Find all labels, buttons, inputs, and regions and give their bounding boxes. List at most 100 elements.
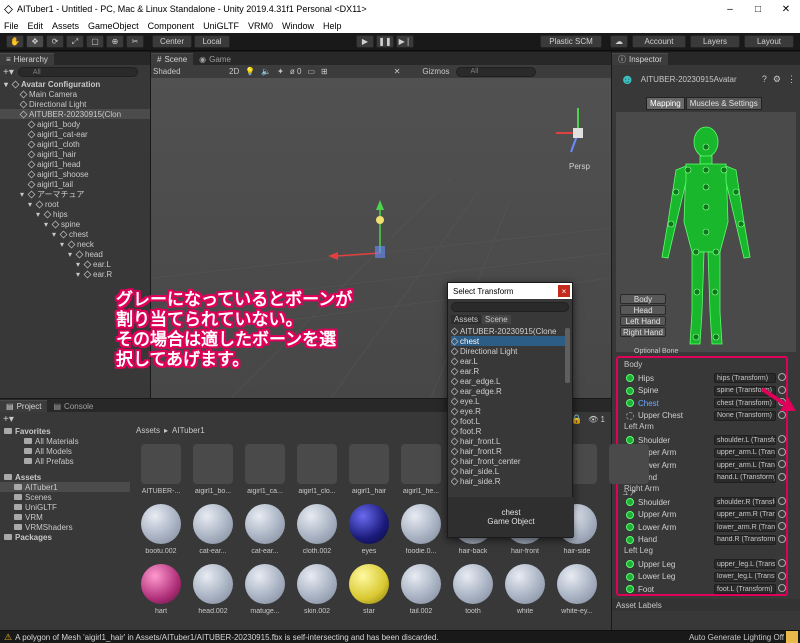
layout-dropdown[interactable]: Layout <box>744 35 794 48</box>
audio-icon[interactable]: 🔈 <box>261 67 271 76</box>
asset-item[interactable]: star <box>344 564 394 622</box>
object-picker-icon[interactable] <box>778 472 786 481</box>
shading-dropdown[interactable]: Shaded <box>153 67 223 76</box>
hierarchy-row[interactable]: ▾ head <box>68 249 103 259</box>
layers-dropdown[interactable]: Layers <box>690 35 740 48</box>
bone-transform-field[interactable]: shoulder.L (Transform) <box>714 435 776 445</box>
asset-item[interactable]: matuge... <box>240 564 290 622</box>
pivot-local-button[interactable]: Local <box>194 35 230 48</box>
object-picker-icon[interactable] <box>778 497 786 505</box>
bone-transform-field[interactable]: lower_arm.R (Transform) <box>714 522 776 532</box>
hierarchy-row[interactable]: ▾ spine <box>44 219 80 229</box>
transform-list-item[interactable]: Directional Light <box>451 346 566 356</box>
hierarchy-row[interactable]: ▾ root <box>28 199 59 209</box>
project-folder[interactable]: VRMShaders <box>14 522 73 532</box>
project-folder[interactable]: VRM <box>14 512 43 522</box>
hidden-icon[interactable]: ø 0 <box>290 67 302 76</box>
menu-item-edit[interactable]: Edit <box>28 21 44 31</box>
transform-tool-icon[interactable]: ⊕ <box>106 35 124 48</box>
persp-label[interactable]: Persp <box>569 162 590 171</box>
menu-item-window[interactable]: Window <box>282 21 314 31</box>
transform-list-item[interactable]: hair_side.R <box>451 476 566 486</box>
transform-list-item[interactable]: chest <box>451 336 566 346</box>
hierarchy-row[interactable]: aigirl1_hair <box>20 149 76 159</box>
play-button[interactable]: ▶ <box>356 35 374 48</box>
help-icon[interactable]: ? <box>762 74 767 84</box>
object-picker-icon[interactable] <box>778 509 786 518</box>
asset-item[interactable]: aigirl1_ca... <box>240 444 290 502</box>
hierarchy-row[interactable]: ▾ ear.R <box>76 269 112 279</box>
settings-icon[interactable]: ⚙ <box>773 74 781 85</box>
asset-item[interactable]: AITUBER-... <box>136 444 186 502</box>
tab-game[interactable]: ◉ Game <box>193 53 237 65</box>
scale-tool-icon[interactable]: ⤢ <box>66 35 84 48</box>
asset-item[interactable]: cat-ear... <box>188 504 238 562</box>
transform-list-item[interactable]: hair_front.R <box>451 446 566 456</box>
tab-console[interactable]: ▤ Console <box>47 400 100 412</box>
add-icon[interactable]: +▾ <box>3 67 14 78</box>
transform-list-item[interactable]: hair_front.L <box>451 436 566 446</box>
asset-item[interactable]: cat-ear... <box>240 504 290 562</box>
object-picker-icon[interactable] <box>778 460 786 468</box>
favorite-item[interactable]: All Prefabs <box>24 456 74 466</box>
hierarchy-search-input[interactable]: All <box>17 67 138 77</box>
asset-item[interactable]: bootu.002 <box>136 504 186 562</box>
breadcrumb-current[interactable]: AITuber1 <box>172 426 205 435</box>
hierarchy-row[interactable]: aigirl1_cloth <box>20 139 80 149</box>
asset-item[interactable]: skin.002 <box>292 564 342 622</box>
object-picker-icon[interactable] <box>778 534 786 543</box>
close-icon[interactable]: × <box>558 285 570 297</box>
hierarchy-row[interactable]: ▾ chest <box>52 229 88 239</box>
assets-folder[interactable]: Assets <box>4 472 41 482</box>
grid-icon[interactable]: ⊞ <box>321 67 328 76</box>
object-picker-icon[interactable] <box>778 571 786 580</box>
asset-item[interactable]: aigirl1_bo... <box>188 444 238 502</box>
hand-tool-icon[interactable]: ✋ <box>6 35 24 48</box>
custom-tool-icon[interactable]: ✂ <box>126 35 144 48</box>
hierarchy-row[interactable]: ▾ ear.L <box>76 259 111 269</box>
hierarchy-row[interactable]: AITUBER-20230915(Clon <box>0 109 150 119</box>
tab-inspector[interactable]: ⓘ Inspector <box>612 53 668 65</box>
asset-item[interactable]: tooth <box>448 564 498 622</box>
body-part-button[interactable]: Head <box>620 305 666 315</box>
bone-transform-field[interactable]: upper_arm.R (Transform) <box>714 509 776 520</box>
tab-hierarchy[interactable]: ≡ Hierarchy <box>0 53 54 65</box>
menu-item-gameobject[interactable]: GameObject <box>88 21 139 31</box>
favorite-item[interactable]: All Models <box>24 446 72 456</box>
hierarchy-row[interactable]: aigirl1_body <box>20 119 80 129</box>
bone-transform-field[interactable]: upper_arm.L (Transform) <box>714 447 776 458</box>
rect-tool-icon[interactable]: ▢ <box>86 35 104 48</box>
tab-project[interactable]: ▤ Project <box>0 400 48 412</box>
asset-item[interactable]: aigirl1_he... <box>396 444 446 502</box>
maximize-icon[interactable]: □ <box>744 0 772 18</box>
status-message[interactable]: A polygon of Mesh 'aigirl1_hair' in Asse… <box>15 633 438 642</box>
hierarchy-row[interactable]: aigirl1_head <box>20 159 81 169</box>
camera-icon[interactable]: ▭ <box>307 67 315 76</box>
orientation-gizmo-icon[interactable] <box>556 108 583 153</box>
menu-item-file[interactable]: File <box>4 21 19 31</box>
hierarchy-row[interactable]: Main Camera <box>12 89 77 99</box>
tab-assets[interactable]: Assets <box>451 315 482 324</box>
asset-item[interactable]: tail.002 <box>396 564 446 622</box>
project-folder[interactable]: UniGLTF <box>14 502 57 512</box>
pivot-center-button[interactable]: Center <box>152 35 192 48</box>
select-transform-search[interactable] <box>451 302 569 312</box>
body-part-button[interactable]: Left Hand <box>620 316 666 326</box>
tools-icon[interactable]: ✕ <box>394 67 401 76</box>
transform-list-item[interactable]: foot.R <box>451 426 566 436</box>
bone-transform-field[interactable]: hand.R (Transform) <box>714 534 776 545</box>
bone-transform-field[interactable]: upper_leg.L (Transform) <box>714 559 776 569</box>
transform-list-item[interactable]: eye.L <box>451 396 566 406</box>
breadcrumb-assets[interactable]: Assets <box>136 426 160 435</box>
menu-item-assets[interactable]: Assets <box>52 21 79 31</box>
asset-item[interactable]: hart <box>136 564 186 622</box>
hierarchy-row[interactable]: ▾ アーマチュア <box>20 189 84 199</box>
object-picker-icon[interactable] <box>778 435 786 443</box>
bone-transform-field[interactable]: hand.L (Transform) <box>714 472 776 483</box>
transform-list-item[interactable]: ear.L <box>451 356 566 366</box>
gizmos-dropdown[interactable]: Gizmos <box>422 67 449 76</box>
transform-list-scrollbar[interactable] <box>565 328 570 383</box>
asset-item[interactable]: aigirl1_clo... <box>292 444 342 502</box>
asset-item[interactable]: foodie.0... <box>396 504 446 562</box>
asset-item[interactable]: ュア <box>604 444 654 502</box>
